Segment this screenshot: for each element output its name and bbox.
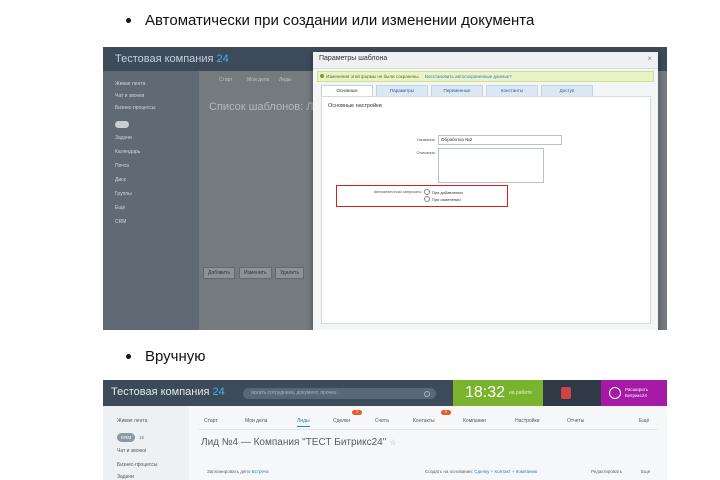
clock-time: 18:32 — [465, 384, 506, 401]
plus-icon — [609, 387, 621, 399]
sidebar-item[interactable]: Группы — [115, 191, 132, 197]
bullet-dot-icon — [126, 354, 131, 359]
left-sidebar: Живая лента Чат и звонки Бизнес-процессы… — [103, 71, 199, 330]
user-area[interactable] — [543, 380, 601, 406]
description-label: Описание: — [416, 150, 436, 155]
schedule-activity[interactable]: Запланировать дело Встреча — [207, 469, 269, 474]
nav-divider — [199, 429, 657, 430]
bullet-auto: Автоматически при создании или изменении… — [126, 12, 534, 29]
more-button[interactable]: Ещё — [641, 469, 650, 474]
sidebar-item[interactable]: Чат и звонки — [115, 93, 144, 99]
template-params-dialog: Параметры шаблона × Изменения этой формы… — [313, 52, 658, 330]
dialog-title: Параметры шаблона — [319, 55, 388, 62]
tab-my-tasks[interactable]: Мои дела — [245, 418, 267, 424]
highlight-box — [336, 185, 508, 207]
sidebar-item[interactable]: Почта — [115, 163, 129, 169]
tab-contacts[interactable]: Контакты — [413, 418, 435, 424]
section-title: Основные настройки — [328, 103, 382, 109]
bullet-dot-icon — [126, 18, 131, 23]
left-sidebar: Живая лента CRM 15 Чат и звонки Бизнес-п… — [103, 406, 189, 480]
bullet-auto-text: Автоматически при создании или изменении… — [145, 12, 535, 29]
tab-leads[interactable]: Лиды — [297, 418, 310, 427]
sidebar-item[interactable]: Диск — [115, 177, 126, 183]
sidebar-item[interactable]: Ещё — [115, 205, 125, 211]
company-title: Тестовая компания 24 — [111, 386, 225, 398]
sidebar-item[interactable]: Живая лента — [115, 81, 145, 87]
bullet-manual: Вручную — [126, 348, 206, 365]
contacts-badge: 5 — [441, 410, 451, 415]
sidebar-item[interactable]: Календарь — [115, 149, 140, 155]
tab-settings[interactable]: Настройки — [515, 418, 540, 424]
company-title: Тестовая компания 24 — [115, 53, 229, 65]
sidebar-item[interactable]: Живая лента — [117, 418, 147, 424]
sidebar-item-crm[interactable]: CRM — [117, 433, 135, 442]
sidebar-item[interactable]: Бизнес-процессы — [115, 105, 156, 111]
unsaved-warning: Изменения этой формы не были сохранены. … — [317, 71, 654, 82]
deals-badge: 1 — [352, 410, 362, 415]
description-field[interactable] — [438, 148, 544, 183]
bullet-manual-text: Вручную — [145, 348, 206, 365]
search-icon — [424, 391, 430, 397]
edit-button[interactable]: Редактировать — [591, 469, 622, 474]
sidebar-item[interactable]: Задачи — [117, 474, 134, 480]
screenshot-template-params: Тестовая компания 24 Живая лента Чат и з… — [103, 47, 667, 330]
name-field[interactable]: Обработка №2 — [438, 135, 562, 145]
dialog-header: Параметры шаблона × — [313, 52, 658, 69]
search-input[interactable]: искать сотрудника, документ, прочее... — [243, 388, 436, 399]
restore-link[interactable]: Восстановить автосохраненные данные? — [425, 74, 512, 79]
sidebar-item-crm[interactable] — [115, 121, 129, 128]
sidebar-item[interactable]: CRM — [115, 219, 126, 225]
sidebar-item[interactable]: Задачи — [115, 135, 132, 141]
tab-deals[interactable]: Сделки — [333, 418, 350, 424]
upgrade-button[interactable]: Расширить Битрикс24 — [601, 380, 667, 406]
worktime-widget[interactable]: 18:32 на работе — [453, 380, 543, 406]
tab-more[interactable]: Ещё — [639, 418, 649, 424]
tab-invoices[interactable]: Счета — [375, 418, 389, 424]
info-icon — [320, 74, 324, 78]
settings-panel: Основные настройки Название: Обработка №… — [321, 96, 651, 324]
screenshot-lead-card: Тестовая компания 24 искать сотрудника, … — [103, 380, 667, 480]
tab-companies[interactable]: Компании — [463, 418, 486, 424]
star-icon[interactable]: ☆ — [389, 438, 396, 447]
crm-counter: 15 — [139, 435, 145, 440]
page-title: Лид №4 — Компания "ТЕСТ Битрикс24" ☆ — [201, 437, 397, 448]
sidebar-item[interactable]: Бизнес-процессы — [117, 462, 158, 468]
tab-start[interactable]: Старт — [204, 418, 218, 424]
create-based-on[interactable]: Создать на основании: Сделку + Контакт +… — [425, 469, 537, 474]
work-status: на работе — [509, 390, 533, 396]
portal-header: Тестовая компания 24 искать сотрудника, … — [103, 380, 667, 406]
avatar[interactable] — [561, 387, 571, 399]
name-label: Название: — [417, 137, 436, 142]
close-icon[interactable]: × — [647, 54, 652, 63]
sidebar-item[interactable]: Чат и звонки — [117, 448, 146, 454]
tab-reports[interactable]: Отчеты — [567, 418, 584, 424]
